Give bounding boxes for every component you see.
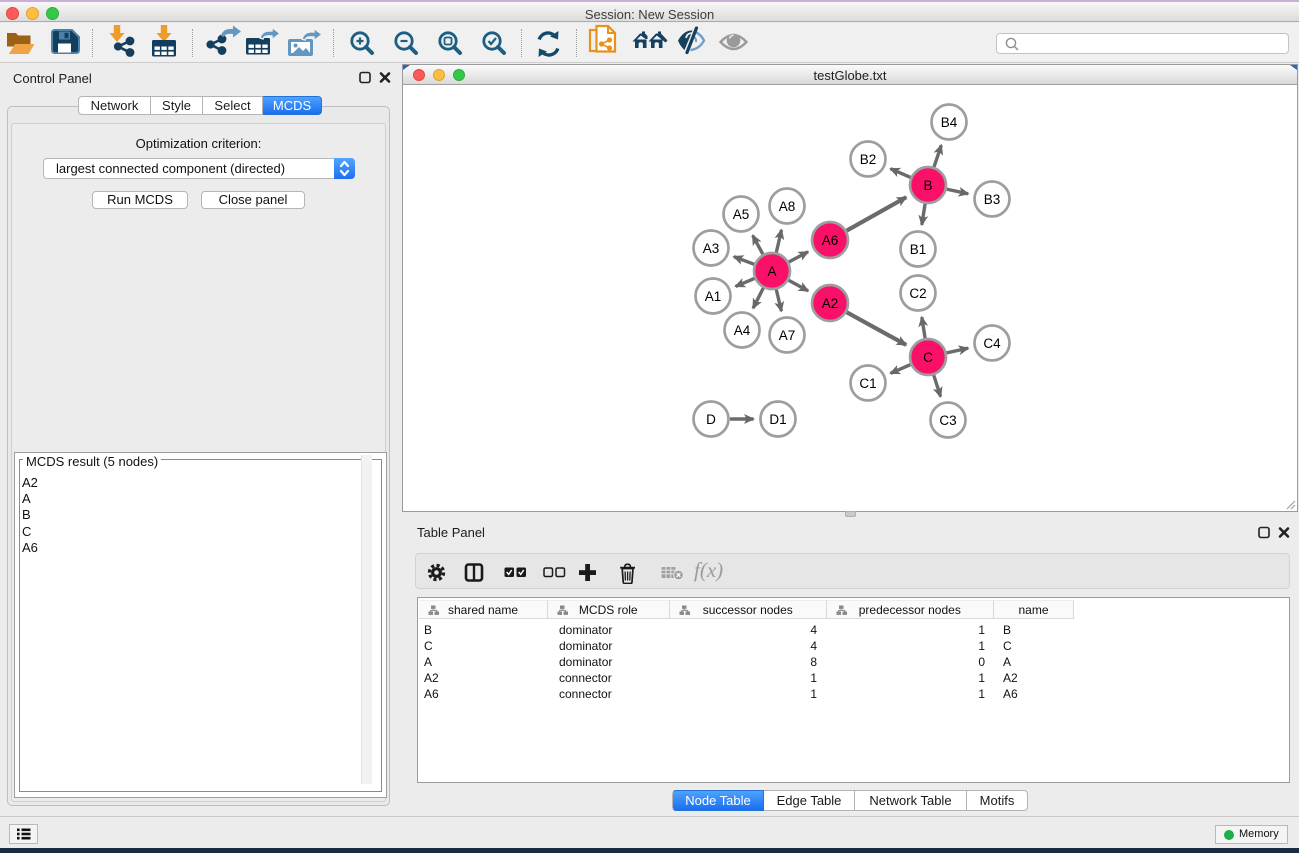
svg-text:C4: C4 (983, 336, 1001, 351)
svg-text:A8: A8 (779, 199, 796, 214)
svg-text:A4: A4 (734, 323, 751, 338)
svg-text:D: D (706, 412, 716, 427)
svg-text:A6: A6 (822, 233, 839, 248)
svg-text:C1: C1 (859, 376, 876, 391)
svg-text:A: A (767, 264, 776, 279)
svg-text:B4: B4 (941, 115, 958, 130)
svg-text:C2: C2 (909, 286, 926, 301)
svg-text:C3: C3 (939, 413, 956, 428)
svg-text:C: C (923, 350, 933, 365)
svg-text:B: B (923, 178, 932, 193)
svg-text:A3: A3 (703, 241, 720, 256)
svg-text:A5: A5 (733, 207, 750, 222)
svg-text:B3: B3 (984, 192, 1001, 207)
svg-text:A7: A7 (779, 328, 796, 343)
svg-text:B1: B1 (910, 242, 927, 257)
svg-text:D1: D1 (769, 412, 786, 427)
svg-text:A1: A1 (705, 289, 722, 304)
svg-text:A2: A2 (822, 296, 839, 311)
svg-text:B2: B2 (860, 152, 877, 167)
